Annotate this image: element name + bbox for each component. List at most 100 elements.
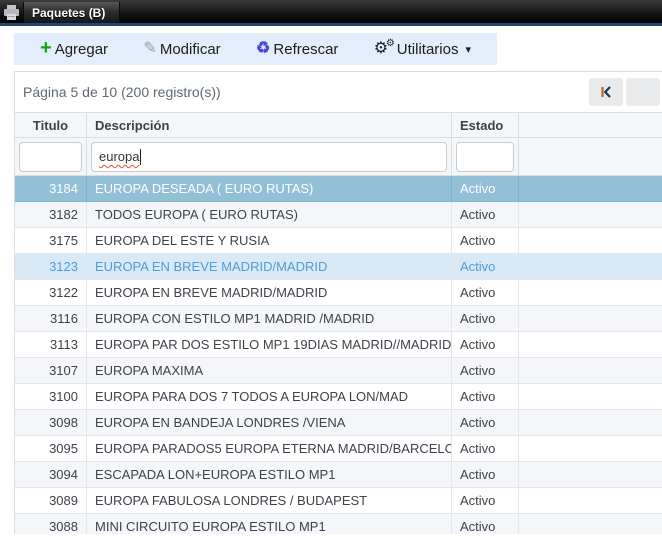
cell-descripcion: EUROPA PAR DOS ESTILO MP1 19DIAS MADRID/… — [87, 332, 452, 358]
descripcion-filter-input[interactable]: europa — [91, 142, 447, 172]
cell-estado: Activo — [452, 254, 519, 280]
window-titlebar: Paquetes (B) — [0, 0, 662, 26]
cell-titulo: 3088 — [15, 514, 87, 534]
pager: Página 5 de 10 (200 registro(s)) — [15, 72, 662, 112]
table-row[interactable]: 3089 EUROPA FABULOSA LONDRES / BUDAPEST … — [15, 488, 662, 514]
agregar-label: Agregar — [55, 41, 108, 58]
cell-estado: Activo — [452, 306, 519, 332]
cell-titulo: 3094 — [15, 462, 87, 488]
tab-paquetes[interactable]: Paquetes (B) — [23, 2, 120, 23]
utilitarios-dropdown-button[interactable]: ⚙ ⚙ Utilitarios ▾ — [374, 40, 471, 58]
cell-estado: Activo — [452, 462, 519, 488]
cell-empty — [519, 254, 662, 280]
cell-descripcion: EUROPA FABULOSA LONDRES / BUDAPEST — [87, 488, 452, 514]
table-row[interactable]: 3100 EUROPA PARA DOS 7 TODOS A EUROPA LO… — [15, 384, 662, 410]
cell-empty — [519, 306, 662, 332]
cell-empty — [519, 488, 662, 514]
table-row[interactable]: 3123 EUROPA EN BREVE MADRID/MADRID Activ… — [15, 254, 662, 280]
table-row[interactable]: 3122 EUROPA EN BREVE MADRID/MADRID Activ… — [15, 280, 662, 306]
chevron-down-icon: ▾ — [465, 43, 471, 56]
cell-estado: Activo — [452, 332, 519, 358]
cell-descripcion: EUROPA EN BREVE MADRID/MADRID — [87, 254, 452, 280]
utilitarios-label: Utilitarios — [397, 41, 459, 58]
cell-titulo: 3123 — [15, 254, 87, 280]
column-header-estado[interactable]: Estado — [452, 113, 519, 137]
descripcion-filter-value: europa — [99, 149, 139, 164]
cell-estado: Activo — [452, 358, 519, 384]
cell-estado: Activo — [452, 410, 519, 436]
cell-empty — [519, 436, 662, 462]
cell-titulo: 3095 — [15, 436, 87, 462]
cell-titulo: 3107 — [15, 358, 87, 384]
cell-estado: Activo — [452, 176, 519, 202]
cell-titulo: 3184 — [15, 176, 87, 202]
toolbar: + Agregar ✎ Modificar ♻ Refrescar ⚙ ⚙ Ut… — [14, 33, 497, 65]
cell-estado: Activo — [452, 488, 519, 514]
column-header-titulo[interactable]: Titulo — [15, 113, 87, 137]
table-row[interactable]: 3175 EUROPA DEL ESTE Y RUSIA Activo — [15, 228, 662, 254]
refrescar-button[interactable]: ♻ Refrescar — [256, 41, 338, 58]
column-header-descripcion[interactable]: Descripción — [87, 113, 452, 137]
cell-descripcion: TODOS EUROPA ( EURO RUTAS) — [87, 202, 452, 228]
refrescar-label: Refrescar — [273, 41, 338, 58]
cell-descripcion: EUROPA PARA DOS 7 TODOS A EUROPA LON/MAD — [87, 384, 452, 410]
text-caret — [140, 149, 141, 165]
table-row[interactable]: 3095 EUROPA PARADOS5 EUROPA ETERNA MADRI… — [15, 436, 662, 462]
cell-descripcion: EUROPA EN BANDEJA LONDRES /VIENA — [87, 410, 452, 436]
cell-empty — [519, 202, 662, 228]
recycle-icon: ♻ — [256, 41, 270, 57]
pager-status: Página 5 de 10 (200 registro(s)) — [23, 84, 221, 100]
cell-descripcion: EUROPA EN BREVE MADRID/MADRID — [87, 280, 452, 306]
table-row[interactable]: 3184 EUROPA DESEADA ( EURO RUTAS) Activo — [15, 176, 662, 202]
cell-descripcion: EUROPA DESEADA ( EURO RUTAS) — [87, 176, 452, 202]
table-row[interactable]: 3098 EUROPA EN BANDEJA LONDRES /VIENA Ac… — [15, 410, 662, 436]
plus-icon: + — [40, 38, 52, 58]
cell-titulo: 3098 — [15, 410, 87, 436]
cell-descripcion: ESCAPADA LON+EUROPA ESTILO MP1 — [87, 462, 452, 488]
cell-titulo: 3100 — [15, 384, 87, 410]
filter-cell-descripcion: europa — [87, 138, 452, 175]
column-header-empty — [519, 113, 662, 137]
cell-empty — [519, 384, 662, 410]
cell-empty — [519, 462, 662, 488]
table-body: 3184 EUROPA DESEADA ( EURO RUTAS) Activo… — [15, 176, 662, 534]
table-header: Titulo Descripción Estado — [15, 112, 662, 138]
table-row[interactable]: 3116 EUROPA CON ESTILO MP1 MADRID /MADRI… — [15, 306, 662, 332]
cell-titulo: 3116 — [15, 306, 87, 332]
cell-titulo: 3113 — [15, 332, 87, 358]
prev-page-button[interactable] — [626, 78, 660, 106]
printer-icon — [3, 5, 20, 20]
cell-empty — [519, 410, 662, 436]
estado-filter-input[interactable] — [456, 142, 514, 172]
table-row[interactable]: 3088 MINI CIRCUITO EUROPA ESTILO MP1 Act… — [15, 514, 662, 534]
filter-cell-titulo — [15, 138, 87, 175]
first-page-button[interactable] — [589, 78, 623, 106]
cell-estado: Activo — [452, 384, 519, 410]
cell-empty — [519, 332, 662, 358]
agregar-button[interactable]: + Agregar — [40, 40, 108, 58]
table-row[interactable]: 3113 EUROPA PAR DOS ESTILO MP1 19DIAS MA… — [15, 332, 662, 358]
cell-estado: Activo — [452, 202, 519, 228]
table-row[interactable]: 3094 ESCAPADA LON+EUROPA ESTILO MP1 Acti… — [15, 462, 662, 488]
cell-titulo: 3175 — [15, 228, 87, 254]
pager-buttons — [589, 78, 662, 106]
cell-descripcion: MINI CIRCUITO EUROPA ESTILO MP1 — [87, 514, 452, 534]
modificar-button[interactable]: ✎ Modificar — [143, 41, 220, 58]
cell-descripcion: EUROPA PARADOS5 EUROPA ETERNA MADRID/BAR… — [87, 436, 452, 462]
cell-estado: Activo — [452, 514, 519, 534]
cell-empty — [519, 176, 662, 202]
titulo-filter-input[interactable] — [19, 142, 82, 172]
cell-empty — [519, 514, 662, 534]
filter-cell-empty — [519, 138, 662, 175]
cell-descripcion: EUROPA DEL ESTE Y RUSIA — [87, 228, 452, 254]
modificar-label: Modificar — [160, 41, 221, 58]
pencil-icon: ✎ — [143, 41, 156, 57]
table-row[interactable]: 3107 EUROPA MAXIMA Activo — [15, 358, 662, 384]
cell-titulo: 3122 — [15, 280, 87, 306]
cell-empty — [519, 228, 662, 254]
cell-titulo: 3089 — [15, 488, 87, 514]
cell-descripcion: EUROPA CON ESTILO MP1 MADRID /MADRID — [87, 306, 452, 332]
table-row[interactable]: 3182 TODOS EUROPA ( EURO RUTAS) Activo — [15, 202, 662, 228]
cell-estado: Activo — [452, 228, 519, 254]
cell-descripcion: EUROPA MAXIMA — [87, 358, 452, 384]
